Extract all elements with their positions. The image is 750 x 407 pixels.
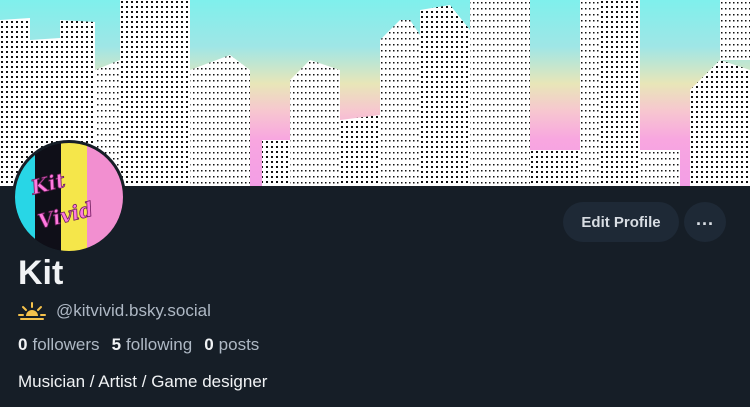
avatar-image: Kit Vivid (15, 143, 123, 251)
followers-label: followers (32, 335, 100, 354)
sunrise-icon (18, 302, 46, 320)
following-stat[interactable]: 5 following (112, 334, 193, 356)
posts-label: posts (218, 335, 260, 354)
edit-profile-button[interactable]: Edit Profile (563, 202, 679, 242)
more-options-button[interactable]: ... (684, 202, 726, 242)
posts-count: 0 (204, 335, 214, 354)
following-count: 5 (111, 335, 122, 354)
following-label: following (126, 335, 193, 354)
handle[interactable]: @kitvivid.bsky.social (56, 301, 211, 321)
kit-vivid-logo: Kit Vivid (15, 143, 123, 251)
profile-bio: Musician / Artist / Game designer (18, 372, 268, 391)
profile-stats: 0 followers 5 following 0 posts (18, 334, 259, 356)
posts-stat: 0 posts (204, 334, 259, 356)
followers-stat[interactable]: 0 followers (18, 334, 100, 356)
avatar[interactable]: Kit Vivid (12, 140, 126, 254)
display-name: Kit (18, 254, 64, 292)
ellipsis-icon: ... (695, 209, 714, 229)
handle-row: @kitvivid.bsky.social (18, 300, 211, 322)
followers-count: 0 (18, 335, 28, 354)
